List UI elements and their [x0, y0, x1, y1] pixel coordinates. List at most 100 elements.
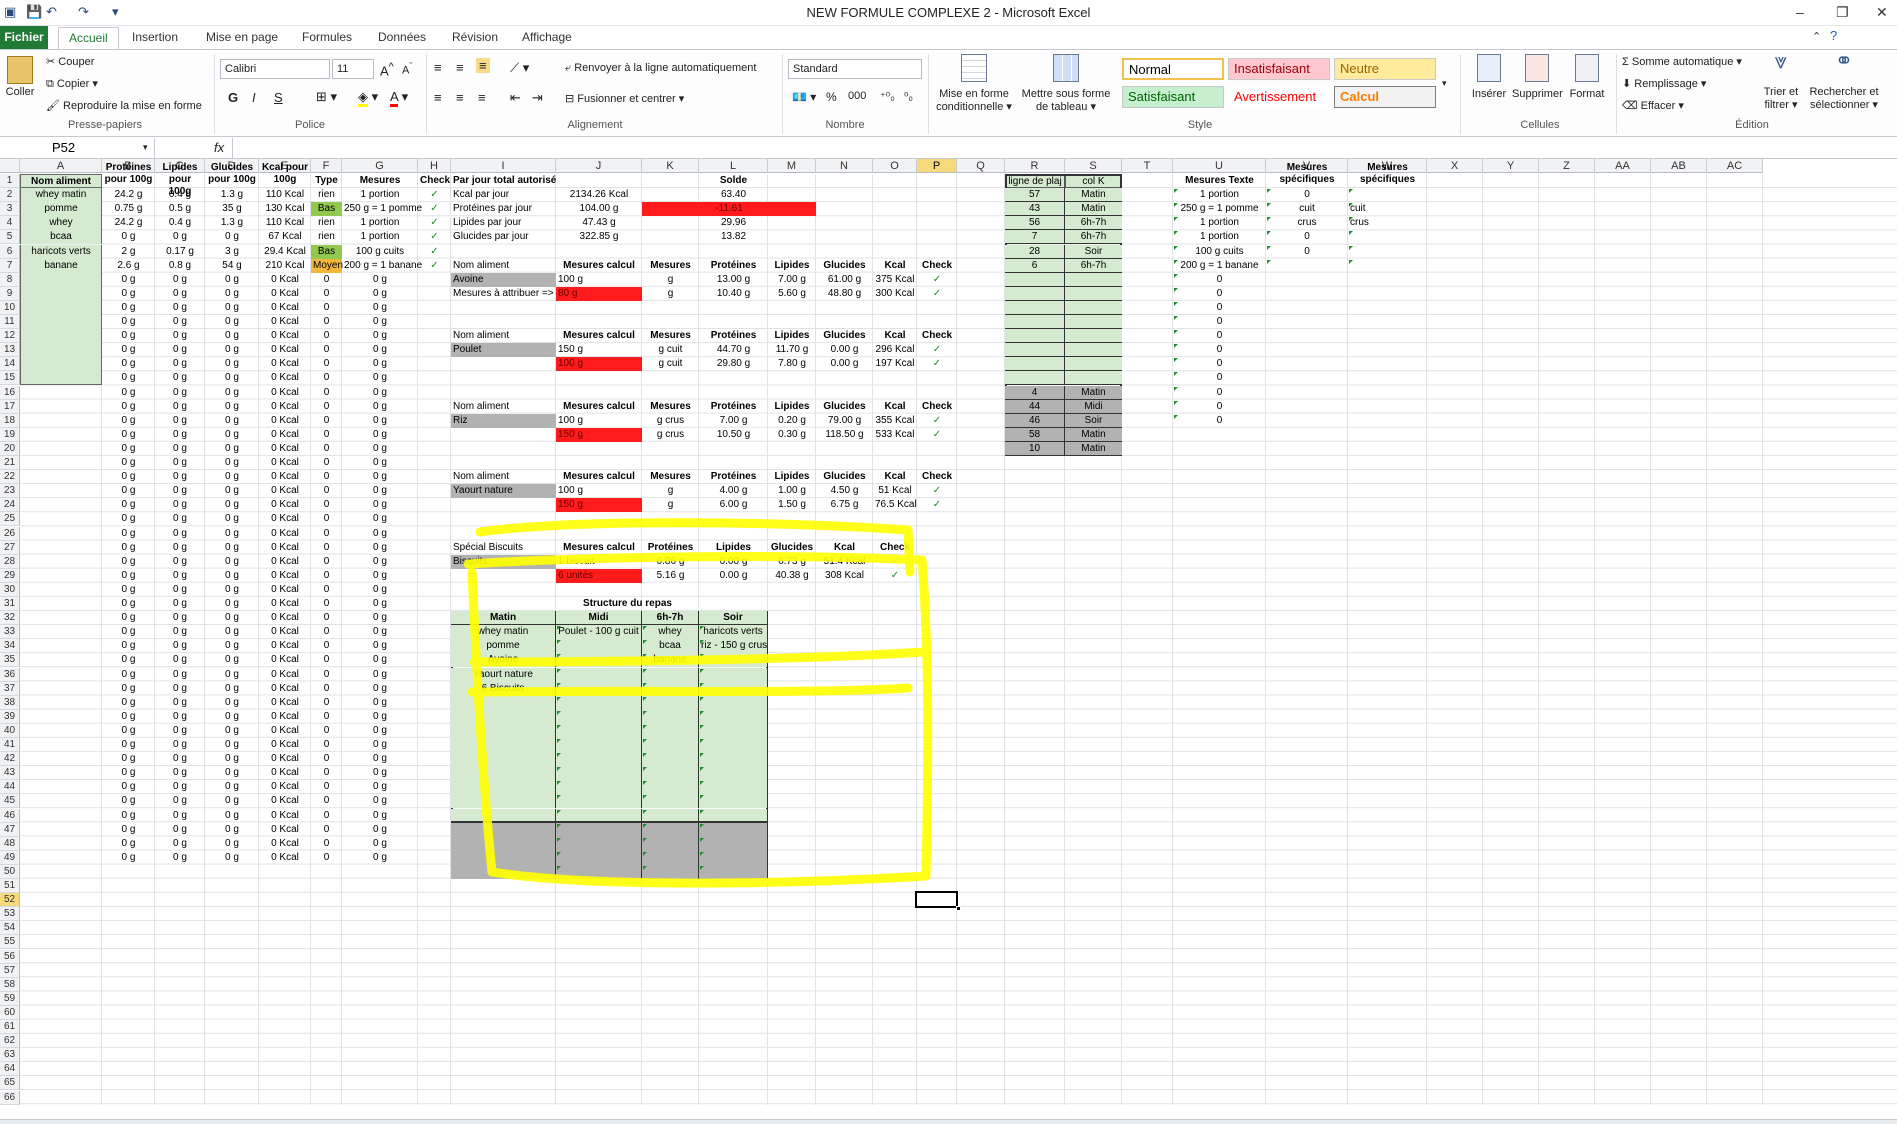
row-header-24[interactable]: 24: [0, 498, 20, 513]
column-header-L[interactable]: L: [699, 159, 768, 173]
cell-J5[interactable]: 322.85 g: [556, 230, 642, 244]
cell-C28[interactable]: 0 g: [155, 555, 205, 569]
orientation-icon[interactable]: ⟋ ▾: [510, 60, 529, 76]
row-header-49[interactable]: 49: [0, 850, 20, 865]
cell-G8[interactable]: 0 g: [342, 273, 418, 287]
cell-D46[interactable]: 0 g: [205, 809, 259, 823]
row-header-10[interactable]: 10: [0, 300, 20, 315]
paste-button[interactable]: Coller: [2, 56, 38, 99]
cell-B25[interactable]: 0 g: [102, 512, 155, 526]
cell-G24[interactable]: 0 g: [342, 498, 418, 512]
cell-B37[interactable]: 0 g: [102, 682, 155, 696]
cell-S12[interactable]: [1065, 329, 1122, 344]
font-size-select[interactable]: 11: [332, 59, 374, 79]
tab-affichage[interactable]: Affichage: [522, 30, 572, 44]
cell-S7[interactable]: 6h-7h: [1065, 258, 1122, 273]
cell-R18[interactable]: 46: [1005, 413, 1065, 428]
cell-G40[interactable]: 0 g: [342, 724, 418, 738]
cell-F10[interactable]: 0: [311, 301, 342, 315]
selected-cell-P52[interactable]: [915, 891, 958, 909]
decrease-decimal-icon[interactable]: ⁰₀: [904, 90, 913, 103]
cell-U8[interactable]: 0: [1173, 273, 1266, 287]
cell-F4[interactable]: rien: [311, 216, 342, 230]
cell-U2[interactable]: 1 portion: [1173, 188, 1266, 202]
row-header-52[interactable]: 52: [0, 893, 20, 908]
cell-B2[interactable]: 24.2 g: [102, 188, 155, 202]
row-header-56[interactable]: 56: [0, 949, 20, 964]
cell-B10[interactable]: 0 g: [102, 301, 155, 315]
cell-K35[interactable]: banane: [642, 653, 699, 668]
check-mark[interactable]: ✓: [917, 287, 957, 301]
cell-J23[interactable]: 100 g: [556, 484, 642, 498]
cell-C44[interactable]: 0 g: [155, 780, 205, 794]
conditional-format-button[interactable]: Mise en forme conditionnelle ▾: [934, 54, 1014, 114]
row-header-45[interactable]: 45: [0, 794, 20, 809]
cell-J39[interactable]: [556, 709, 642, 724]
cell-C41[interactable]: 0 g: [155, 738, 205, 752]
cell-U10[interactable]: 0: [1173, 301, 1266, 315]
cell-E40[interactable]: 0 Kcal: [259, 724, 311, 738]
cell-J49[interactable]: [556, 850, 642, 865]
cell-B46[interactable]: 0 g: [102, 809, 155, 823]
cell-L48[interactable]: [699, 836, 768, 851]
cell-M13[interactable]: 11.70 g: [768, 343, 816, 357]
cell-S20[interactable]: Matin: [1065, 441, 1122, 456]
cell-F15[interactable]: 0: [311, 371, 342, 385]
cell-G44[interactable]: 0 g: [342, 780, 418, 794]
cell-N13[interactable]: 0.00 g: [816, 343, 873, 357]
help-icon[interactable]: ?: [1830, 28, 1837, 43]
check-mark[interactable]: ✓: [418, 188, 451, 202]
cell-J31[interactable]: Structure du repas: [556, 597, 699, 611]
cell-C22[interactable]: 0 g: [155, 470, 205, 484]
cell-D15[interactable]: 0 g: [205, 371, 259, 385]
cell-K13[interactable]: g cuit: [642, 343, 699, 357]
cell-A7[interactable]: banane: [20, 258, 102, 273]
cell-K38[interactable]: [642, 695, 699, 710]
cell-D43[interactable]: 0 g: [205, 766, 259, 780]
cell-G7[interactable]: 200 g = 1 banane: [342, 259, 422, 273]
cell-A12[interactable]: [20, 329, 102, 344]
cell-K47[interactable]: [642, 822, 699, 837]
row-header-51[interactable]: 51: [0, 879, 20, 894]
check-mark[interactable]: ✓: [917, 273, 957, 287]
cell-I22[interactable]: Nom aliment: [451, 470, 556, 484]
cell-K41[interactable]: [642, 738, 699, 752]
cell-N23[interactable]: 4.50 g: [816, 484, 873, 498]
cell-R2[interactable]: 57: [1005, 188, 1065, 203]
check-mark[interactable]: ✓: [917, 498, 957, 512]
cell-L49[interactable]: [699, 850, 768, 865]
cell-B18[interactable]: 0 g: [102, 414, 155, 428]
row-header-60[interactable]: 60: [0, 1005, 20, 1020]
cell-S8[interactable]: [1065, 272, 1122, 287]
cell-E33[interactable]: 0 Kcal: [259, 625, 311, 639]
borders-icon[interactable]: ⊞ ▾: [316, 89, 337, 105]
cell-N29[interactable]: 308 Kcal: [816, 569, 873, 583]
column-header-Q[interactable]: Q: [957, 159, 1005, 173]
cell-L40[interactable]: [699, 723, 768, 738]
format-cells-button[interactable]: Format: [1562, 54, 1612, 101]
cell-G31[interactable]: 0 g: [342, 597, 418, 611]
cell-D35[interactable]: 0 g: [205, 653, 259, 667]
cell-C17[interactable]: 0 g: [155, 400, 205, 414]
cell-F22[interactable]: 0: [311, 470, 342, 484]
cell-N12[interactable]: Glucides: [816, 329, 873, 343]
cell-B33[interactable]: 0 g: [102, 625, 155, 639]
row-header-46[interactable]: 46: [0, 808, 20, 823]
cell-J17[interactable]: Mesures calcul: [556, 400, 642, 414]
cell-K22[interactable]: Mesures: [642, 470, 699, 484]
cell-G45[interactable]: 0 g: [342, 794, 418, 808]
cell-B3[interactable]: 0.75 g: [102, 202, 155, 216]
cell-F18[interactable]: 0: [311, 414, 342, 428]
cell-F35[interactable]: 0: [311, 653, 342, 667]
italic-button[interactable]: I: [252, 90, 256, 105]
check-mark[interactable]: ✓: [418, 259, 451, 273]
name-box-dropdown-icon[interactable]: ▾: [143, 142, 148, 153]
cell-I39[interactable]: [451, 709, 556, 724]
cell-G27[interactable]: 0 g: [342, 541, 418, 555]
cell-F49[interactable]: 0: [311, 851, 342, 865]
cell-F9[interactable]: 0: [311, 287, 342, 301]
cell-F38[interactable]: 0: [311, 696, 342, 710]
cell-J4[interactable]: 47.43 g: [556, 216, 642, 230]
cell-I42[interactable]: [451, 752, 556, 767]
cell-A2[interactable]: whey matin: [20, 188, 102, 203]
